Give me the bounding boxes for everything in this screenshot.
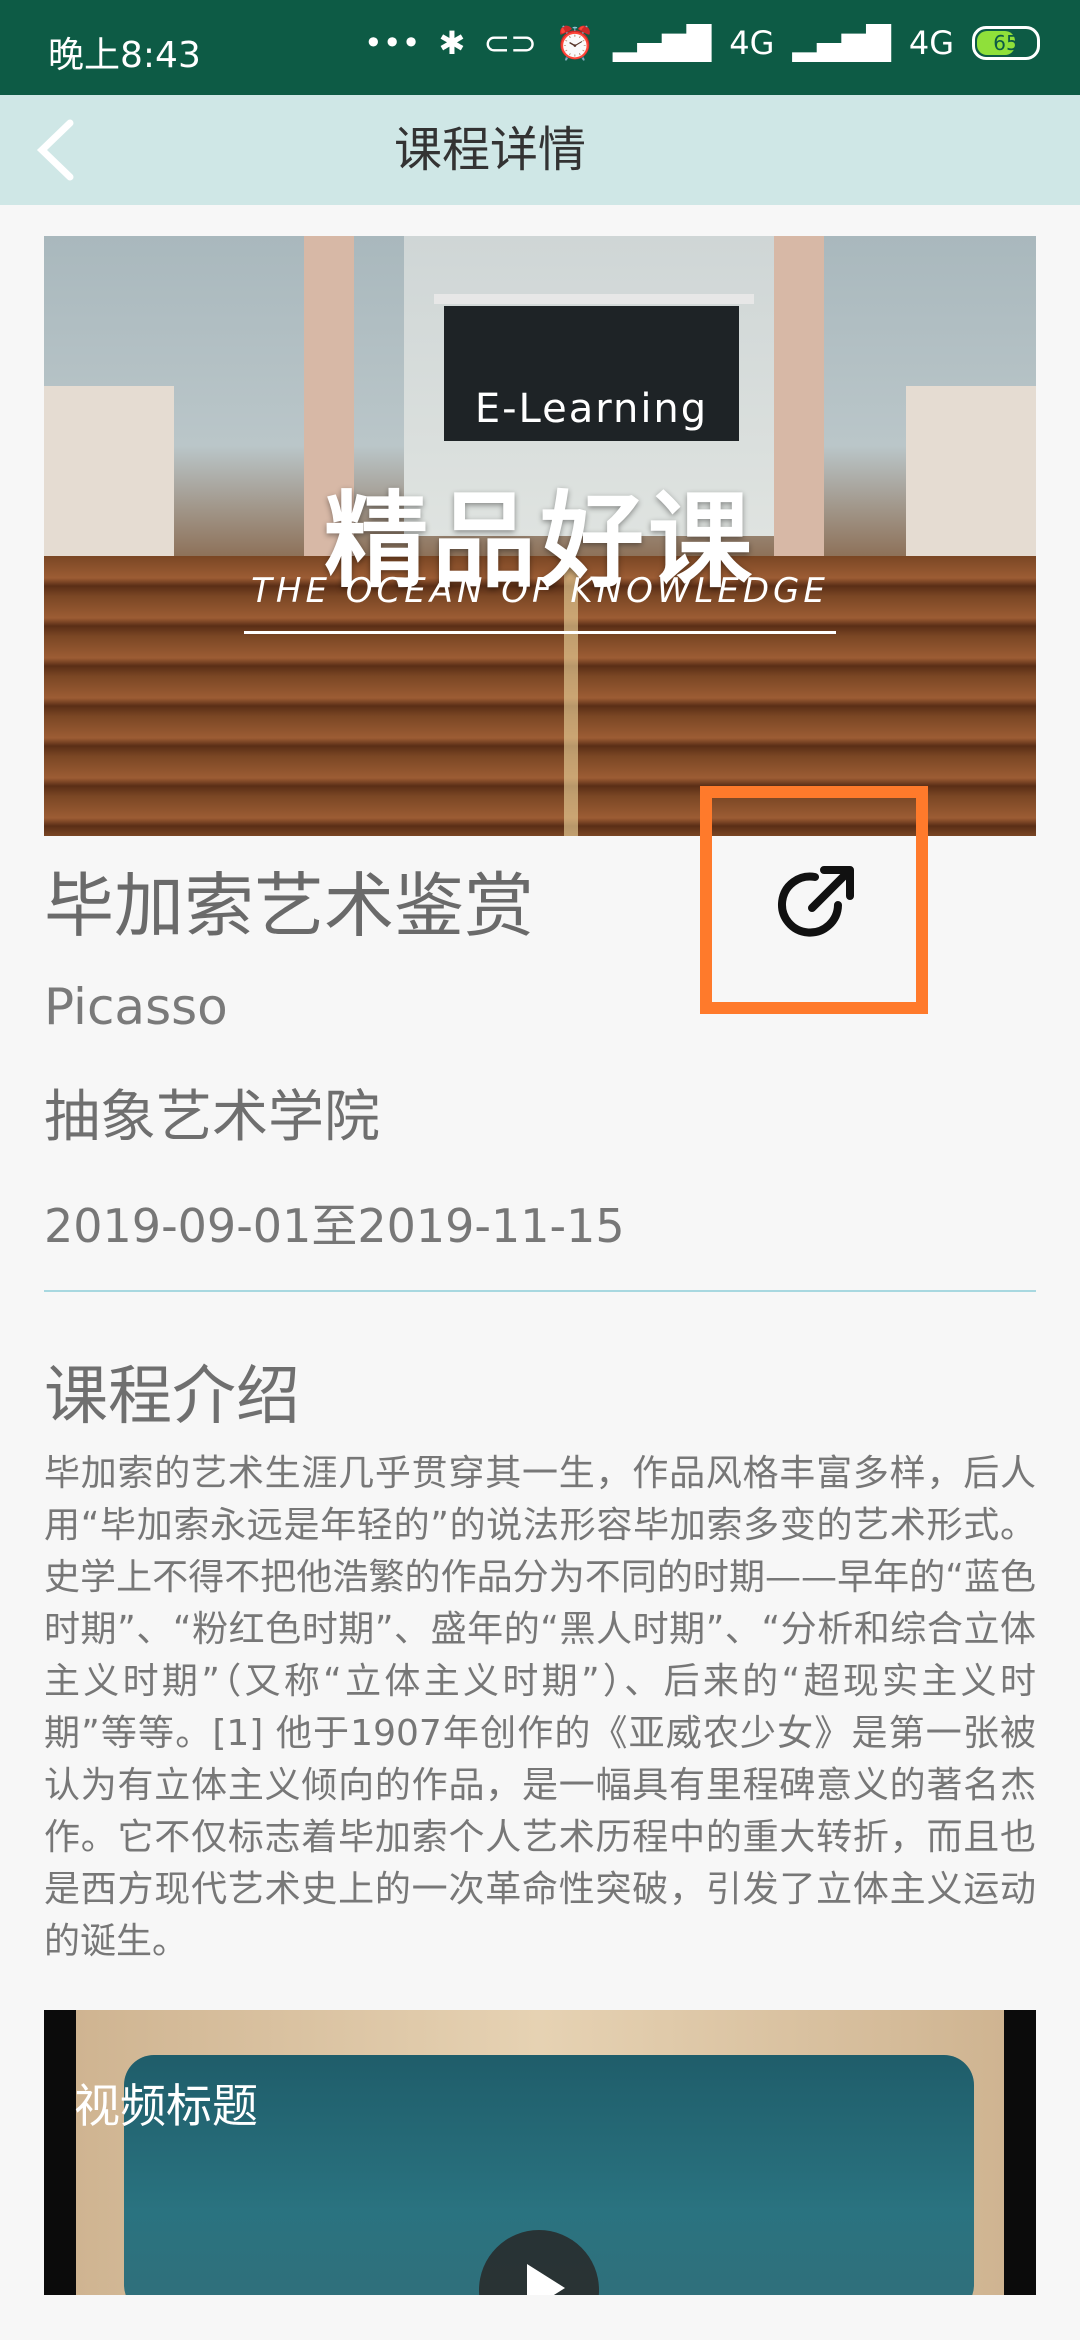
bluetooth-icon: ✱ <box>438 24 466 62</box>
divider <box>44 1290 1036 1292</box>
nfc-icon: ⊂⊃ <box>483 24 537 62</box>
course-dates: 2019-09-01至2019-11-15 <box>44 1199 625 1253</box>
battery-icon: 65 <box>972 26 1040 60</box>
video-player[interactable]: 视频标题 <box>44 2010 1036 2295</box>
status-icons: ••• ✱ ⊂⊃ ⏰ ▂▄▆█ 4G ▂▄▆█ 4G 65 <box>364 24 1040 62</box>
intro-text: 毕加索的艺术生涯几乎贯穿其一生，作品风格丰富多样，后人用“毕加索永远是年轻的”的… <box>44 1453 1036 1962</box>
status-bar: 晚上8:43 ••• ✱ ⊂⊃ ⏰ ▂▄▆█ 4G ▂▄▆█ 4G 65 <box>0 0 1080 95</box>
status-time: 晚上8:43 <box>48 35 201 76</box>
course-banner-image: E-Learning 精品好课 THE OCEAN OF KNOWLEDGE <box>44 236 1036 836</box>
more-icon: ••• <box>363 24 421 62</box>
video-title: 视频标题 <box>74 2079 258 2133</box>
banner-subline: THE OCEAN OF KNOWLEDGE <box>251 571 829 611</box>
course-name: 毕加索艺术鉴赏 <box>44 865 534 947</box>
app-header: 课程详情 <box>0 95 1080 205</box>
course-teacher: Picasso <box>44 978 228 1036</box>
network-4g-label-2: 4G <box>908 24 954 62</box>
battery-level: 65 <box>993 31 1019 55</box>
signal-hd-icon: ▂▄▆█ <box>792 24 891 62</box>
alarm-icon: ⏰ <box>554 24 595 62</box>
course-college: 抽象艺术学院 <box>44 1085 380 1150</box>
intro-title: 课程介绍 <box>44 1360 300 1434</box>
share-highlight-box <box>700 786 928 1014</box>
page-title: 课程详情 <box>393 122 586 178</box>
banner-board-text: E-Learning <box>474 386 709 432</box>
signal-icon: ▂▄▆█ <box>612 24 712 62</box>
network-4g-label: 4G <box>729 24 775 62</box>
